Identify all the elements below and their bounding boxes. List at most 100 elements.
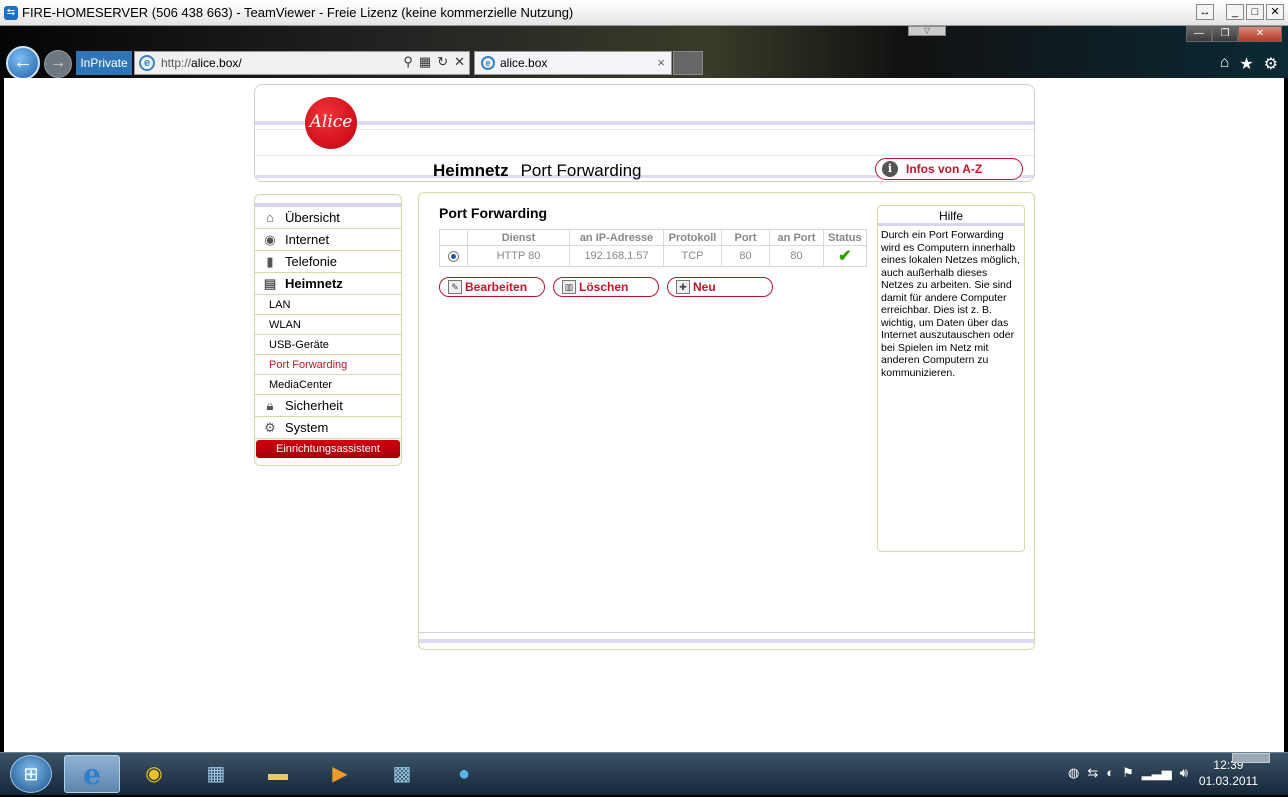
compatibility-icon[interactable]: ▦ bbox=[419, 54, 431, 70]
browser-close-button[interactable]: ✕ bbox=[1238, 26, 1282, 42]
cell-dienst: HTTP 80 bbox=[467, 245, 570, 267]
teamviewer-window-controls: ↔ _ □ ✕ bbox=[1196, 4, 1284, 20]
table-header-row: Dienst an IP-Adresse Protokoll Port an P… bbox=[439, 229, 867, 246]
sidebar-subitem-wlan[interactable]: WLAN bbox=[255, 315, 401, 335]
remote-toolbar-toggle[interactable]: ▽ bbox=[908, 26, 946, 36]
alice-logo[interactable]: Alice bbox=[305, 97, 357, 149]
column-header-port: Port bbox=[721, 229, 770, 246]
sidebar-item-internet[interactable]: ◉ Internet bbox=[255, 229, 401, 251]
back-button[interactable]: ← bbox=[6, 46, 40, 80]
stop-icon[interactable]: ✕ bbox=[454, 54, 465, 70]
house-icon: ⌂ bbox=[266, 209, 274, 225]
row-radio-button[interactable] bbox=[448, 250, 459, 262]
status-checkmark-icon: ✔ bbox=[838, 248, 852, 265]
signal-icon[interactable]: ▂▃▅ bbox=[1142, 765, 1172, 781]
window-title: FIRE-HOMESERVER (506 438 663) - TeamView… bbox=[22, 5, 574, 20]
row-select-cell[interactable] bbox=[439, 245, 468, 267]
help-title: Hilfe bbox=[878, 206, 1024, 226]
sidebar-item-label: Heimnetz bbox=[285, 276, 343, 291]
sidebar-item-telefonie[interactable]: ▮ Telefonie bbox=[255, 251, 401, 273]
show-desktop-button[interactable] bbox=[1232, 753, 1270, 763]
folder-icon: ▬ bbox=[268, 763, 288, 785]
windows-taskbar: ⊞ e ◉ ▦ ▬ ▶ ▩ ● ◍ ⇆ ◐ ⚑ ▂▃▅ 🔊︎ 12:39 01.… bbox=[0, 752, 1288, 795]
browser-restore-button[interactable]: ❐ bbox=[1212, 26, 1238, 42]
sidebar-item-label: Sicherheit bbox=[285, 398, 343, 413]
inprivate-badge[interactable]: InPrivate bbox=[76, 51, 132, 75]
table-row[interactable]: HTTP 80 192.168.1.57 TCP 80 80 ✔ bbox=[439, 245, 867, 267]
teamviewer-tray-icon[interactable]: ⇆ bbox=[1087, 765, 1098, 781]
sidebar-item-uebersicht[interactable]: ⌂ Übersicht bbox=[255, 207, 401, 229]
cell-protokoll: TCP bbox=[663, 245, 722, 267]
page-viewport: Alice Heimnetz Port Forwarding i Infos vo… bbox=[4, 78, 1284, 752]
gear-icon: ⚙ bbox=[264, 419, 276, 435]
action-center-flag-icon[interactable]: ⚑ bbox=[1122, 765, 1134, 781]
sidebar-item-label: Internet bbox=[285, 232, 330, 247]
ie-tab-icon: e bbox=[481, 56, 495, 70]
forward-button[interactable]: → bbox=[44, 50, 72, 78]
cell-port: 80 bbox=[721, 245, 770, 267]
sidebar-subitem-lan[interactable]: LAN bbox=[255, 295, 401, 315]
info-icon: i bbox=[882, 161, 898, 177]
taskbar-explorer[interactable]: ▬ bbox=[250, 755, 306, 793]
search-icon[interactable]: ⚲ bbox=[403, 54, 413, 70]
media-player-icon: ▶ bbox=[332, 763, 348, 785]
minimize-button[interactable]: _ bbox=[1226, 4, 1244, 20]
lock-icon: 🔒︎ bbox=[266, 397, 274, 413]
setup-wizard-button[interactable]: Einrichtungsassistent bbox=[256, 440, 400, 458]
address-url[interactable]: http://alice.box/ bbox=[161, 56, 242, 70]
sidebar-subitem-port-forwarding[interactable]: Port Forwarding bbox=[255, 355, 401, 375]
clock-date: 01.03.2011 bbox=[1198, 774, 1258, 788]
sidebar-item-label: System bbox=[285, 420, 329, 435]
ie-page-icon: e bbox=[139, 55, 155, 71]
sidebar-item-label: Telefonie bbox=[285, 254, 338, 269]
breadcrumb: Heimnetz Port Forwarding bbox=[433, 161, 642, 181]
app-tray-icon[interactable]: ◐ bbox=[1106, 765, 1114, 781]
sidebar-subitem-mediacenter[interactable]: MediaCenter bbox=[255, 375, 401, 395]
main-content: Port Forwarding Dienst an IP-Adresse Pro… bbox=[418, 192, 1035, 650]
internet-explorer-icon: e bbox=[83, 758, 101, 791]
volume-icon[interactable]: 🔊︎ bbox=[1180, 765, 1188, 781]
tab-alice-box[interactable]: e alice.box × bbox=[474, 51, 672, 75]
infos-a-z-button[interactable]: i Infos von A-Z bbox=[875, 158, 1023, 180]
taskbar-network-app[interactable]: ▩ bbox=[374, 755, 430, 793]
tab-title: alice.box bbox=[500, 56, 548, 70]
favorites-star-icon[interactable]: ★ bbox=[1239, 54, 1253, 74]
sidebar-item-system[interactable]: ⚙ System bbox=[255, 417, 401, 439]
teamviewer-icon: ⇆ bbox=[4, 5, 18, 20]
infos-a-z-label: Infos von A-Z bbox=[906, 162, 983, 176]
start-button[interactable]: ⊞ bbox=[10, 755, 52, 793]
control-panel-icon: ▦ bbox=[206, 763, 226, 785]
cell-status: ✔ bbox=[823, 245, 867, 267]
network-globe-icon[interactable]: ◍ bbox=[1068, 765, 1079, 781]
maximize-button[interactable]: □ bbox=[1246, 4, 1264, 20]
browser-window-controls: — ❐ ✕ bbox=[1186, 26, 1282, 42]
taskbar-media-player[interactable]: ▶ bbox=[312, 755, 368, 793]
taskbar-internet-explorer[interactable]: e bbox=[64, 755, 120, 793]
tools-gear-icon[interactable]: ⚙ bbox=[1264, 54, 1278, 74]
breadcrumb-section: Heimnetz bbox=[433, 161, 509, 180]
fullscreen-toggle-icon[interactable]: ↔ bbox=[1196, 4, 1214, 20]
phone-icon: ▮ bbox=[266, 253, 274, 269]
new-button[interactable]: ✚ Neu bbox=[667, 277, 773, 297]
taskbar-chrome[interactable]: ◉ bbox=[126, 755, 182, 793]
new-button-label: Neu bbox=[693, 280, 716, 294]
delete-button[interactable]: ▥ Löschen bbox=[553, 277, 659, 297]
taskbar-control-panel[interactable]: ▦ bbox=[188, 755, 244, 793]
refresh-icon[interactable]: ↻ bbox=[437, 54, 448, 70]
cell-ip: 192.168.1.57 bbox=[569, 245, 664, 267]
browser-minimize-button[interactable]: — bbox=[1186, 26, 1212, 42]
taskbar-player[interactable]: ● bbox=[436, 755, 492, 793]
address-tools: ⚲ ▦ ↻ ✕ bbox=[403, 54, 465, 70]
home-icon[interactable]: ⌂ bbox=[1220, 54, 1230, 74]
delete-button-label: Löschen bbox=[579, 280, 629, 294]
close-button[interactable]: ✕ bbox=[1266, 4, 1284, 20]
tab-close-icon[interactable]: × bbox=[657, 55, 665, 70]
sidebar-subitem-usb-geraete[interactable]: USB-Geräte bbox=[255, 335, 401, 355]
new-tab-button[interactable] bbox=[673, 51, 703, 75]
sidebar-item-heimnetz[interactable]: ▤ Heimnetz bbox=[255, 273, 401, 295]
sidebar-item-sicherheit[interactable]: 🔒︎ Sicherheit bbox=[255, 395, 401, 417]
address-bar[interactable]: e http://alice.box/ ⚲ ▦ ↻ ✕ bbox=[134, 51, 470, 75]
edit-button[interactable]: ✎ Bearbeiten bbox=[439, 277, 545, 297]
port-forwarding-table: Dienst an IP-Adresse Protokoll Port an P… bbox=[439, 229, 867, 267]
teamviewer-title-bar: ⇆ FIRE-HOMESERVER (506 438 663) - TeamVi… bbox=[0, 0, 1288, 26]
